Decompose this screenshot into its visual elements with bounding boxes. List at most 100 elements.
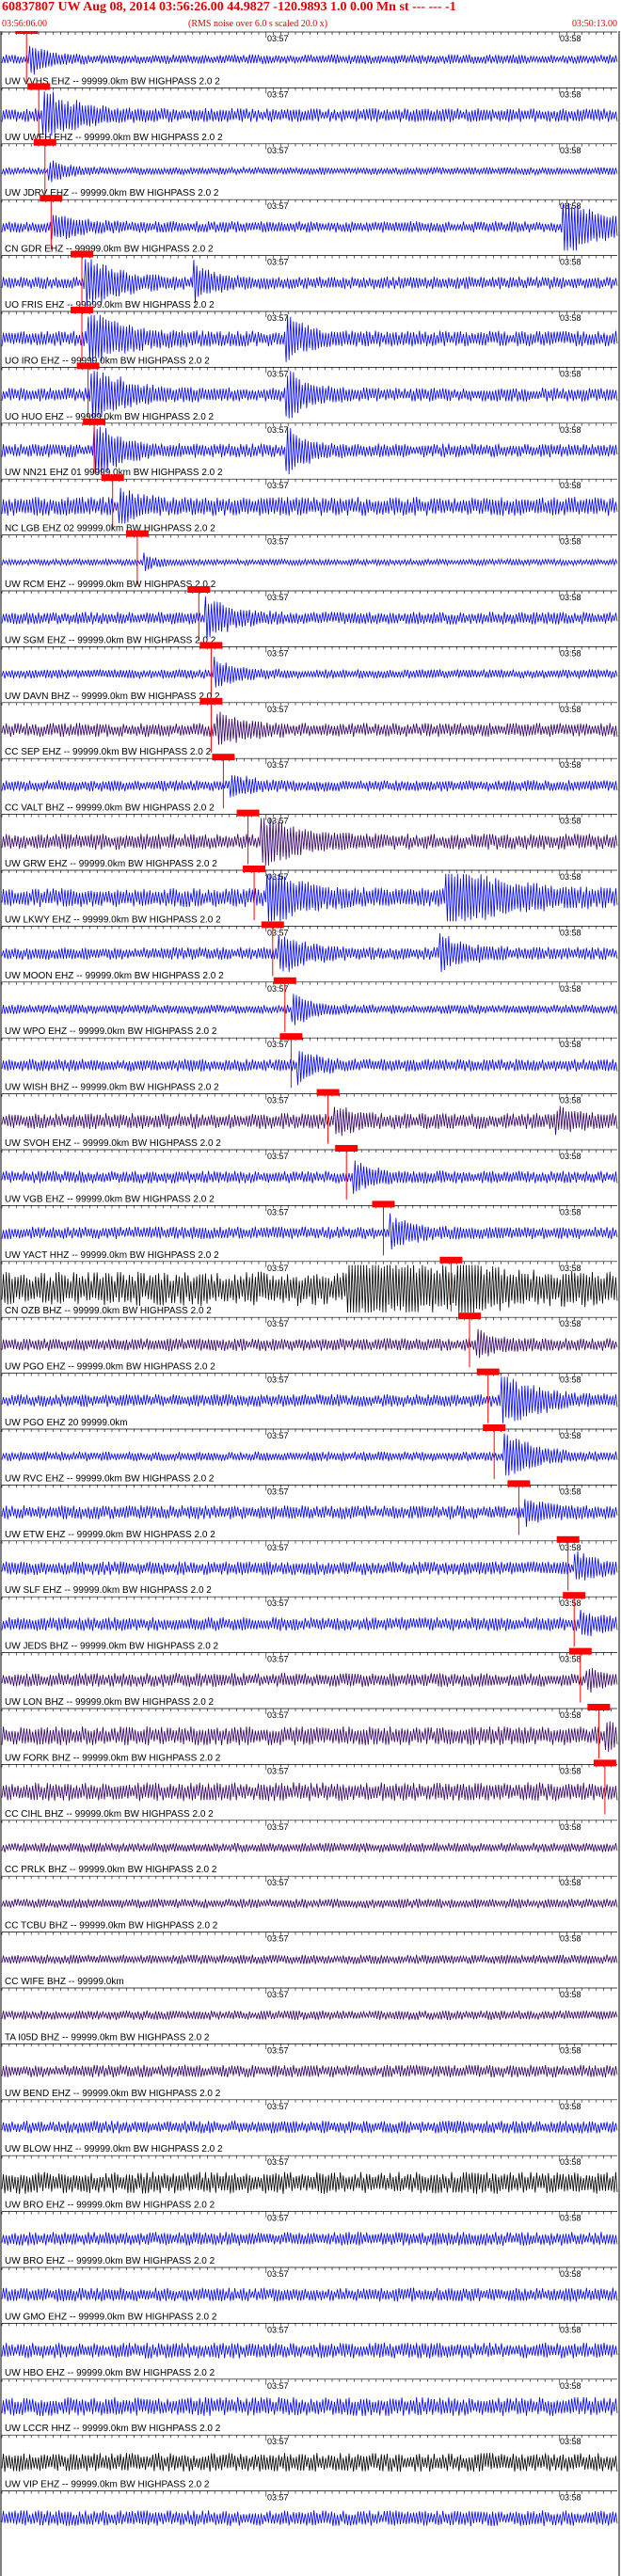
pick-flag	[335, 1145, 358, 1152]
waveform	[1, 45, 618, 75]
waveform	[1, 1668, 618, 1693]
waveform	[1, 1782, 618, 1802]
trace-37: 03:57 03:58 UW BEND EHZ -- 99999.0km BW HI…	[1, 2089, 618, 2134]
time-tick-label: 03:58	[560, 648, 581, 658]
waveform	[1, 91, 618, 138]
trace-38: 03:57 03:58 UW BLOW HHZ -- 99999.0km BW HI…	[1, 2144, 618, 2195]
time-tick-label: 03:57	[267, 2325, 289, 2334]
time-tick-label: 03:57	[267, 2045, 289, 2055]
time-tick-label: 03:57	[267, 481, 289, 490]
trace-17: 03:57 03:58UW MOON EHZ -- 99999.0km BW HI…	[1, 971, 618, 1032]
trace-42: 03:57 03:58 UW HBO EHZ -- 99999.0km BW HIG…	[1, 2368, 618, 2416]
time-tick-label: 03:58	[560, 1766, 581, 1775]
time-tick-label: 03:58	[560, 34, 581, 43]
time-tick-label: 03:57	[267, 2157, 289, 2167]
time-tick-label: 03:58	[560, 481, 581, 490]
pick-flag	[483, 1424, 506, 1431]
trace-1: 03:57 03:58UW VVHS EHZ -- 99999.0km BW HI…	[1, 76, 618, 138]
trace-29: 03:57 03:58 UW JEDS BHZ -- 99999.0km BW HI…	[1, 1642, 618, 1703]
trace-33: 03:57 03:58 CC PRLK BHZ -- 99999.0km BW HI…	[1, 1865, 618, 1909]
time-tick-label: 03:58	[560, 705, 581, 714]
trace-label: UW VIP EHZ -- 99999.0km BW HIGHPASS 2.0 …	[5, 2480, 210, 2490]
pick-flag	[587, 1704, 611, 1710]
time-tick-label: 03:57	[267, 2102, 289, 2111]
time-tick-label: 03:58	[560, 1319, 581, 1328]
time-tick-label: 03:57	[267, 2493, 289, 2503]
trace-label: UO HUO EHZ -- 99999.0km BW HIGHPASS 2.0 …	[5, 412, 215, 422]
pick-flag	[279, 1033, 303, 1041]
trace-5: 03:57 03:58 UO FRIS EHZ -- 99999.0km BW HI…	[1, 300, 618, 363]
pick-flag	[187, 586, 211, 593]
trace-0: 03:57 03:58	[1, 31, 618, 82]
waveform	[1, 1213, 618, 1250]
time-tick-label: 03:58	[560, 2269, 581, 2279]
trace-26: 03:57 03:58 UW RVC EHZ -- 99999.0km BW HIG…	[1, 1473, 618, 1535]
pick-flag	[33, 138, 56, 146]
time-tick-label: 03:58	[560, 1040, 581, 1049]
trace-label: CC PRLK BHZ -- 99999.0km BW HIGHPASS 2.0…	[5, 1865, 217, 1875]
time-tick-label: 03:58	[560, 1710, 581, 1720]
trace-label: UW BLOW HHZ -- 99999.0km BW HIGHPASS 2.0…	[5, 2144, 223, 2155]
time-tick-label: 03:58	[560, 817, 581, 826]
waveform	[1, 1376, 618, 1423]
time-tick-label: 03:57	[267, 1822, 289, 1832]
trace-label: TA I05D BHZ -- 99999.0km BW HIGHPASS 2.0…	[5, 2032, 210, 2043]
time-tick-label: 03:57	[267, 1375, 289, 1385]
trace-label: UW BEND EHZ -- 99999.0km BW HIGHPASS 2.0…	[5, 2089, 221, 2099]
time-tick-label: 03:57	[267, 89, 289, 99]
time-tick-label: 03:58	[560, 1822, 581, 1832]
end-time-label: 03:50:13.00	[571, 19, 617, 29]
waveform	[1, 2510, 618, 2526]
trace-label: UW FORK BHZ -- 99999.0km BW HIGHPASS 2.0…	[5, 1753, 221, 1763]
trace-label: UW SLF EHZ -- 99999.0km BW HIGHPASS 2.0 …	[5, 1585, 212, 1596]
trace-label: UW GRW EHZ -- 99999.0km BW HIGHPASS 2.0 …	[5, 859, 217, 869]
pick-flag	[101, 474, 124, 482]
trace-label: UW MOON EHZ -- 99999.0km BW HIGHPASS 2.0…	[5, 971, 224, 981]
trace-31: 03:57 03:58 UW FORK BHZ -- 99999.0km BW HI…	[1, 1753, 618, 1815]
time-tick-label: 03:58	[560, 1264, 581, 1273]
time-tick-label: 03:58	[560, 1543, 581, 1552]
time-tick-label: 03:58	[560, 1934, 581, 1944]
trace-11: 03:57 03:58 UW SGM EHZ -- 99999.0km BW HIG…	[1, 635, 618, 697]
time-tick-label: 03:58	[560, 760, 581, 770]
trace-39: 03:57 03:58 UW BRO EHZ -- 99999.0km BW HIG…	[1, 2201, 618, 2247]
trace-8: 03:57 03:58UW NN21 EHZ 01 99999.0km BW HI…	[1, 468, 618, 530]
time-tick-label: 03:58	[560, 2102, 581, 2111]
time-tick-label: 03:57	[267, 537, 289, 547]
trace-13: 03:57 03:58 CC SEP EHZ -- 99999.0km BW HIG…	[1, 747, 618, 809]
pick-flag	[476, 1368, 500, 1375]
trace-label: NC LGB EHZ 02 99999.0km BW HIGHPASS 2.0 …	[5, 524, 215, 534]
time-tick-label: 03:58	[560, 369, 581, 378]
waveform	[1, 1050, 618, 1086]
trace-label: CC WIFE BHZ -- 99999.0km	[5, 1977, 124, 1987]
time-tick-label: 03:57	[267, 1543, 289, 1552]
time-tick-label: 03:58	[560, 1096, 581, 1105]
time-tick-label: 03:57	[267, 2269, 289, 2279]
time-tick-label: 03:58	[560, 593, 581, 602]
pick-flag	[372, 1201, 395, 1208]
time-tick-label: 03:57	[267, 34, 289, 43]
time-tick-label: 03:57	[267, 1878, 289, 1887]
waveform	[1, 1954, 618, 1964]
pick-flag	[199, 642, 223, 649]
trace-label: UW VGB EHZ -- 99999.0km BW HIGHPASS 2.0 …	[5, 1194, 215, 1204]
time-tick-label: 03:58	[560, 1878, 581, 1887]
time-tick-label: 03:57	[267, 2381, 289, 2391]
time-tick-label: 03:57	[267, 369, 289, 378]
time-tick-label: 03:57	[267, 425, 289, 435]
trace-label: CN OZB BHZ -- 99999.0km BW HIGHPASS 2.0 …	[5, 1306, 212, 1316]
time-tick-label: 03:58	[560, 146, 581, 155]
time-tick-label: 03:57	[267, 1990, 289, 1999]
time-tick-label: 03:58	[560, 1207, 581, 1216]
pick-flag	[40, 195, 63, 202]
time-tick-label: 03:57	[267, 2214, 289, 2223]
time-tick-label: 03:58	[560, 1487, 581, 1496]
trace-10: 03:57 03:58 UW RCM EHZ -- 99999.0km BW HIG…	[1, 580, 618, 641]
waveform	[1, 932, 618, 973]
trace-label: UW YACT HHZ -- 99999.0km BW HIGHPASS 2.0…	[5, 1250, 219, 1261]
trace-label: UW DAVN BHZ -- 99999.0km BW HIGHPASS 2.0…	[5, 692, 220, 702]
waveform	[1, 656, 618, 688]
waveform	[1, 2232, 618, 2247]
trace-label: UW JEDS BHZ -- 99999.0km BW HIGHPASS 2.0…	[5, 1642, 219, 1652]
waveform	[1, 1433, 618, 1476]
